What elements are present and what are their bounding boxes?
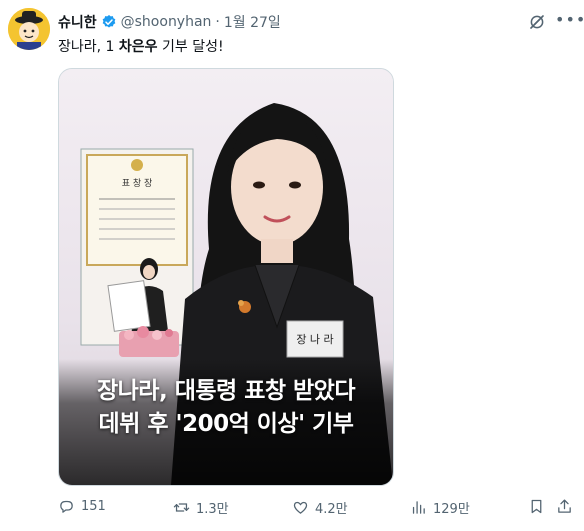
views-button[interactable]: 129만 xyxy=(410,498,470,517)
tweet-text-bold: 차은우 xyxy=(118,39,158,55)
separator: · xyxy=(215,14,220,30)
author-name[interactable]: 슈니한 xyxy=(58,12,97,32)
view-count: 129만 xyxy=(433,502,470,517)
like-icon xyxy=(293,501,308,514)
tweet-header: 슈니한 @shoonyhan · 1월 27일 xyxy=(58,12,281,32)
avatar[interactable] xyxy=(8,8,50,50)
caption-line-1: 장나라, 대통령 표창 받았다 xyxy=(96,378,356,404)
reply-icon xyxy=(60,500,73,513)
grok-icon[interactable] xyxy=(528,13,546,31)
tweet[interactable]: 슈니한 @shoonyhan · 1월 27일 ••• 장나라, 1 차은우 기… xyxy=(0,0,584,531)
post-date[interactable]: 1월 27일 xyxy=(224,12,281,32)
tweet-text-part: 기부 달성! xyxy=(157,39,224,55)
views-icon xyxy=(412,501,425,514)
like-count: 4.2만 xyxy=(315,502,348,517)
reply-button[interactable]: 151 xyxy=(58,498,106,515)
verified-badge-icon xyxy=(101,14,117,30)
bookmark-icon xyxy=(531,499,542,514)
media-image[interactable]: 표 창 장 장 나 라 장나라, 대통령 표창 받았다 데뷔 후 '200억 이… xyxy=(58,68,394,486)
share-icon xyxy=(558,499,571,513)
more-icon[interactable]: ••• xyxy=(555,10,584,29)
repost-button[interactable]: 1.3만 xyxy=(173,498,229,517)
action-bar: 151 1.3만 4.2만 129만 xyxy=(0,494,584,520)
repost-count: 1.3만 xyxy=(196,502,229,517)
bookmark-button[interactable] xyxy=(528,498,545,515)
name-tag: 장 나 라 xyxy=(296,333,333,346)
share-button[interactable] xyxy=(556,498,573,515)
author-handle[interactable]: @shoonyhan xyxy=(121,14,212,30)
reply-count: 151 xyxy=(81,499,106,514)
avatar-illustration xyxy=(8,8,50,50)
tweet-text: 장나라, 1 차은우 기부 달성! xyxy=(58,36,224,56)
caption-line-2: 데뷔 후 '200억 이상' 기부 xyxy=(98,411,354,437)
certificate-title: 표 창 장 xyxy=(122,178,153,189)
like-button[interactable]: 4.2만 xyxy=(292,498,348,517)
repost-icon xyxy=(173,503,190,512)
tweet-text-part: 장나라, 1 xyxy=(58,39,119,55)
